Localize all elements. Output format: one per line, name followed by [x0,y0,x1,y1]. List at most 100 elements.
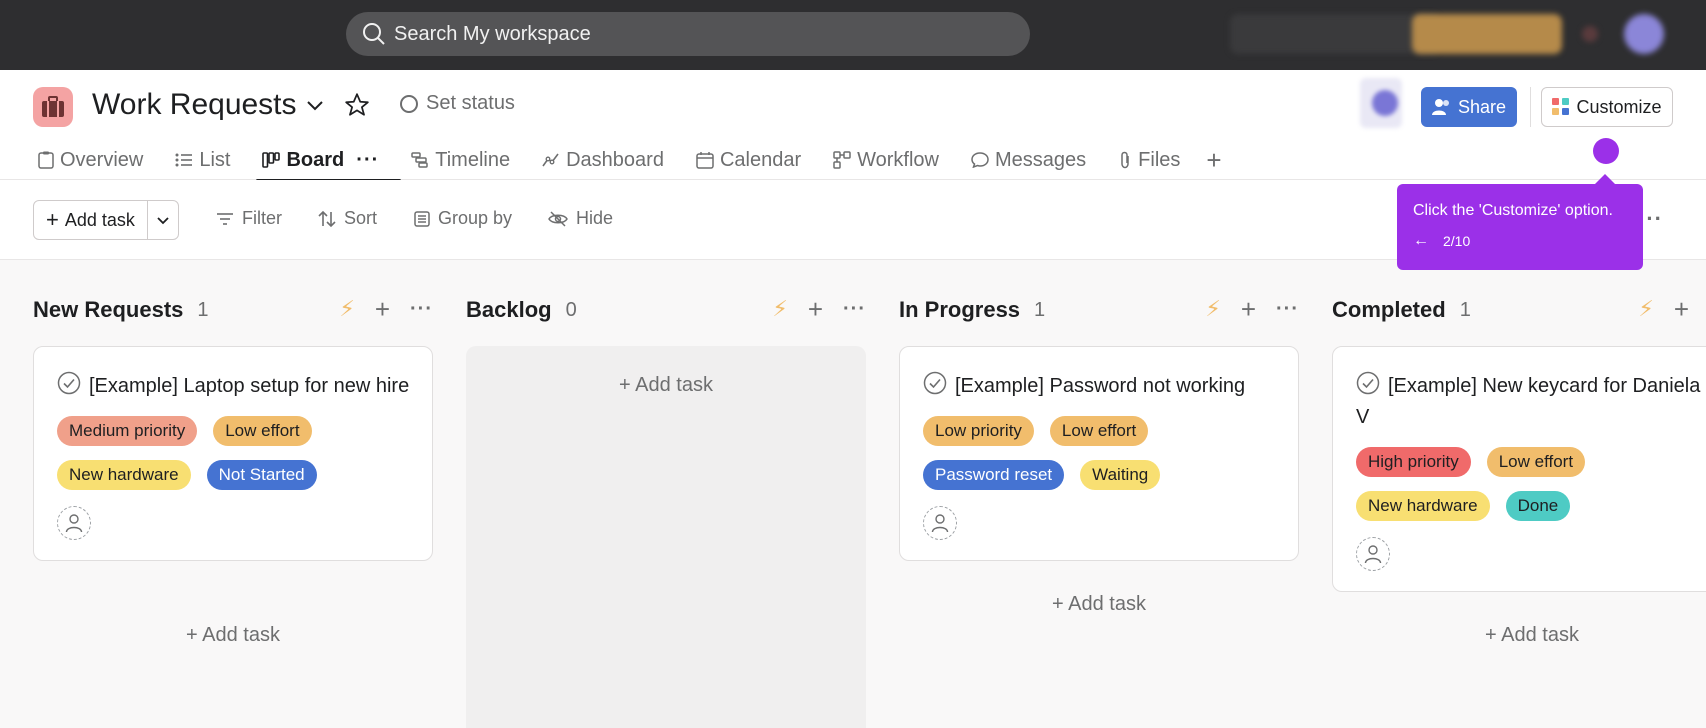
task-tags: Medium priority Low effort New hardware … [57,416,410,490]
task-title-text: [Example] New keycard for Daniela V [1356,375,1701,428]
more-horizontal-icon[interactable]: ··· [1276,298,1299,321]
timeline-icon [411,152,429,168]
check-circle-icon[interactable] [57,371,81,395]
add-task-plus-icon[interactable]: + [1674,296,1689,322]
add-tab-plus-icon[interactable]: + [1206,145,1221,176]
tag-type[interactable]: Password reset [923,460,1065,490]
tab-board[interactable]: Board ··· [256,142,402,182]
walkthrough-beacon[interactable] [1593,138,1619,164]
tag-status[interactable]: Waiting [1080,460,1161,490]
column-title: Completed [1332,297,1446,322]
add-task-button[interactable]: + Add task [34,201,148,239]
board-column-in-progress: In Progress 1 ⚡ + ··· [Example] Password… [899,260,1299,728]
top-bar: Search My workspace [0,0,1706,70]
check-circle-icon[interactable] [1356,371,1380,395]
tab-label: List [199,148,231,171]
column-count: 1 [197,298,209,321]
lightning-icon[interactable]: ⚡ [339,296,354,322]
tag-type[interactable]: New hardware [57,460,191,490]
filter-button[interactable]: Filter [216,208,282,229]
more-horizontal-icon[interactable]: ··· [356,149,379,172]
tab-messages[interactable]: Messages [971,142,1086,178]
search-input[interactable]: Search My workspace [346,12,1030,56]
tag-priority[interactable]: Low priority [923,416,1034,446]
chevron-down-icon[interactable] [304,94,326,121]
add-task-link[interactable]: + Add task [466,374,866,397]
sort-arrows-icon [318,210,336,227]
tab-label: Timeline [435,148,511,171]
column-header: Completed 1 ⚡ + ··· [1332,294,1706,326]
tag-effort[interactable]: Low effort [1049,416,1149,446]
tab-workflow[interactable]: Workflow [833,142,939,178]
customize-label: Customize [1576,96,1662,117]
task-title-text: [Example] Laptop setup for new hire [89,375,410,397]
tab-dashboard[interactable]: Dashboard [542,142,664,178]
add-task-plus-icon[interactable]: + [1241,296,1256,322]
customize-grid-icon [1552,98,1570,115]
lightning-icon[interactable]: ⚡ [1638,296,1653,322]
add-task-link[interactable]: + Add task [33,624,433,647]
hide-label: Hide [576,208,614,228]
hide-button[interactable]: Hide [548,208,613,229]
set-status-button[interactable]: Set status [400,92,515,115]
column-count: 0 [565,298,577,321]
tag-type[interactable]: New hardware [1356,491,1490,521]
add-task-plus-icon[interactable]: + [808,296,823,322]
assignee-placeholder-icon[interactable] [57,506,91,540]
upgrade-button-blurred[interactable] [1412,14,1562,54]
customize-button[interactable]: Customize [1541,87,1673,127]
task-tags: Low priority Low effort Password reset W… [923,416,1276,490]
tooltip-step: 2/10 [1443,233,1471,249]
tab-list[interactable]: List [175,142,230,178]
group-icon [414,210,430,227]
sort-button[interactable]: Sort [318,208,377,229]
tab-files[interactable]: Files [1118,142,1180,178]
trial-info-blurred [1230,14,1440,54]
tag-status[interactable]: Not Started [206,460,317,490]
lightning-icon[interactable]: ⚡ [772,296,787,322]
arrow-left-icon[interactable]: ← [1413,232,1429,250]
plus-icon: + [619,374,631,396]
walkthrough-tooltip: Click the 'Customize' option. ← 2/10 [1397,174,1643,270]
share-label: Share [1457,96,1507,117]
group-by-label: Group by [438,208,513,228]
task-card[interactable]: [Example] New keycard for Daniela V High… [1332,346,1706,592]
task-card[interactable]: [Example] Password not working Low prior… [899,346,1299,561]
eye-off-icon [548,210,568,227]
tab-timeline[interactable]: Timeline [411,142,510,178]
add-task-dropdown[interactable] [148,201,178,239]
tab-calendar[interactable]: Calendar [696,142,801,178]
group-by-button[interactable]: Group by [414,208,512,229]
member-avatar[interactable] [1360,78,1402,128]
chevron-down-icon [157,217,169,225]
tag-effort[interactable]: Low effort [1486,447,1586,477]
tab-overview[interactable]: Overview [38,142,143,178]
lightning-icon[interactable]: ⚡ [1205,296,1220,322]
notification-indicator-blurred [1582,26,1598,42]
plus-icon: + [46,207,59,232]
assignee-placeholder-icon[interactable] [1356,537,1390,571]
tag-status[interactable]: Done [1505,491,1571,521]
paperclip-icon [1121,151,1129,169]
page-title: Work Requests [92,88,297,121]
tag-priority[interactable]: High priority [1356,447,1471,477]
filter-label: Filter [242,208,282,228]
share-button[interactable]: Share [1421,87,1517,127]
add-task-link[interactable]: + Add task [1332,624,1706,647]
star-icon[interactable] [344,92,370,123]
add-task-plus-icon[interactable]: + [375,296,390,322]
calendar-icon [696,152,714,169]
more-horizontal-icon[interactable]: ··· [843,298,866,321]
briefcase-icon[interactable] [33,87,73,127]
tag-priority[interactable]: Medium priority [57,416,198,446]
column-header: New Requests 1 ⚡ + ··· [33,294,433,326]
task-card[interactable]: [Example] Laptop setup for new hire Medi… [33,346,433,561]
tab-label: Board [286,148,345,171]
more-horizontal-icon[interactable]: ··· [410,298,433,321]
user-avatar[interactable] [1624,14,1664,54]
assignee-placeholder-icon[interactable] [923,506,957,540]
tag-effort[interactable]: Low effort [213,416,312,446]
task-title: [Example] Password not working [923,371,1276,402]
check-circle-icon[interactable] [923,371,947,395]
add-task-link[interactable]: + Add task [899,593,1299,616]
